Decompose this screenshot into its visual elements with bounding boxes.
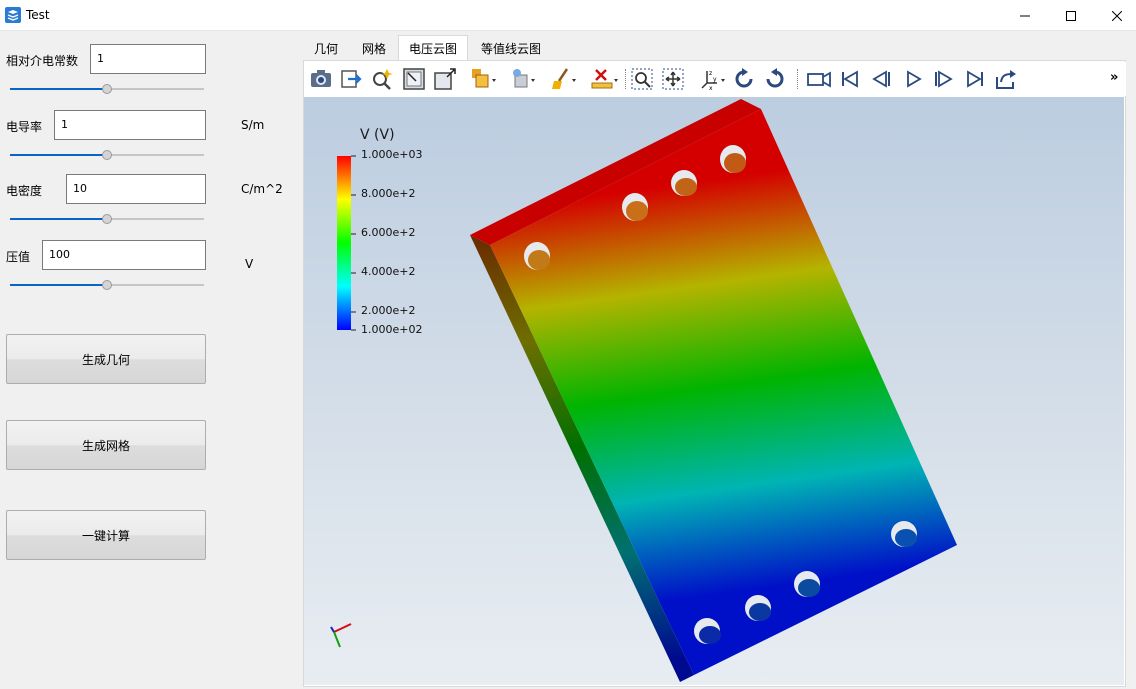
pick-icon[interactable] (509, 67, 539, 91)
generate-mesh-button[interactable]: 生成网格 (6, 420, 206, 470)
mounting-hole (626, 201, 648, 221)
compute-button[interactable]: 一键计算 (6, 510, 206, 560)
mounting-hole (798, 579, 820, 597)
prev-frame-icon[interactable] (869, 67, 893, 91)
delete-icon[interactable] (590, 67, 620, 91)
share-icon[interactable] (994, 67, 1018, 91)
axes-icon[interactable]: zy x (699, 67, 729, 91)
close-button[interactable] (1094, 0, 1136, 31)
tab-isoline-contour[interactable]: 等值线云图 (472, 35, 550, 61)
permittivity-label: 相对介电常数 (6, 54, 79, 68)
next-frame-icon[interactable] (932, 67, 956, 91)
window-title: Test (26, 8, 50, 22)
rotate-ccw-icon[interactable] (732, 67, 756, 91)
close-icon (1112, 10, 1122, 21)
mounting-hole (699, 626, 721, 644)
view-box-icon[interactable] (433, 67, 457, 91)
color-legend-bar (337, 156, 351, 330)
mounting-hole (724, 153, 746, 173)
maximize-button[interactable] (1048, 0, 1094, 31)
slider-handle[interactable] (102, 84, 112, 94)
voltage-field-plot (330, 99, 957, 682)
screenshot-icon[interactable] (309, 67, 333, 91)
mounting-hole (675, 178, 697, 196)
charge-density-unit: C/m^2 (241, 182, 283, 196)
first-frame-icon[interactable] (838, 67, 862, 91)
display-mode-icon[interactable] (470, 67, 500, 91)
clear-icon[interactable] (550, 67, 580, 91)
legend-tick-label: 2.000e+2 (361, 304, 416, 317)
conductivity-label: 电导率 (6, 120, 43, 134)
legend-tick-label: 4.000e+2 (361, 265, 416, 278)
conductivity-input[interactable]: 1 (54, 110, 206, 140)
3d-viewport[interactable]: V (V) 1.000e+03 8.000e+2 6.000e+2 4.000e… (304, 97, 1124, 685)
mounting-hole (895, 529, 917, 547)
orientation-axes (330, 623, 352, 648)
legend-tick-label: 6.000e+2 (361, 226, 416, 239)
app-icon (5, 7, 21, 23)
export-icon[interactable] (340, 67, 364, 91)
tab-voltage-contour[interactable]: 电压云图 (398, 35, 468, 61)
viewer-toolbar: zy x » (304, 62, 1126, 96)
minimize-button[interactable] (1002, 0, 1048, 31)
legend-tick-label: 8.000e+2 (361, 187, 416, 200)
slider-handle[interactable] (102, 280, 112, 290)
pan-icon[interactable] (661, 67, 685, 91)
last-frame-icon[interactable] (963, 67, 987, 91)
conductivity-unit: S/m (241, 118, 265, 132)
view-fit-icon[interactable] (402, 67, 426, 91)
tab-geometry[interactable]: 几何 (304, 35, 348, 61)
mounting-hole (528, 250, 550, 270)
generate-geometry-button[interactable]: 生成几何 (6, 334, 206, 384)
toolbar-separator (797, 69, 798, 89)
permittivity-input[interactable]: 1 (90, 44, 206, 74)
legend-min-label: 1.000e+02 (361, 323, 423, 336)
permittivity-slider[interactable] (10, 83, 204, 95)
voltage-unit: V (245, 257, 254, 271)
legend-max-label: 1.000e+03 (361, 148, 423, 161)
toolbar-separator (625, 69, 626, 89)
slider-handle[interactable] (102, 150, 112, 160)
legend-title: V (V) (360, 127, 395, 143)
query-icon[interactable] (370, 67, 394, 91)
minimize-icon (1020, 15, 1030, 16)
mounting-hole (749, 603, 771, 621)
voltage-input[interactable]: 100 (42, 240, 206, 270)
conductivity-slider[interactable] (10, 149, 204, 161)
tab-mesh[interactable]: 网格 (352, 35, 396, 61)
svg-text:x: x (709, 85, 713, 91)
svg-text:y: y (713, 76, 717, 83)
voltage-label: 压值 (6, 250, 31, 264)
charge-density-slider[interactable] (10, 213, 204, 225)
zoom-box-icon[interactable] (630, 67, 654, 91)
play-icon[interactable] (901, 67, 925, 91)
toolbar-overflow-button[interactable]: » (1110, 70, 1118, 85)
slider-handle[interactable] (102, 214, 112, 224)
camera-icon[interactable] (807, 67, 831, 91)
charge-density-label: 电密度 (6, 184, 43, 198)
rotate-cw-icon[interactable] (763, 67, 787, 91)
title-bar: Test (0, 0, 1136, 31)
main-window: Test 相对介电常数 1 电导率 1 S/m 电密度 10 C/m^2 压值 … (0, 0, 1136, 689)
voltage-slider[interactable] (10, 279, 204, 291)
maximize-icon (1066, 10, 1076, 21)
svg-text:z: z (709, 70, 712, 77)
charge-density-input[interactable]: 10 (66, 174, 206, 204)
